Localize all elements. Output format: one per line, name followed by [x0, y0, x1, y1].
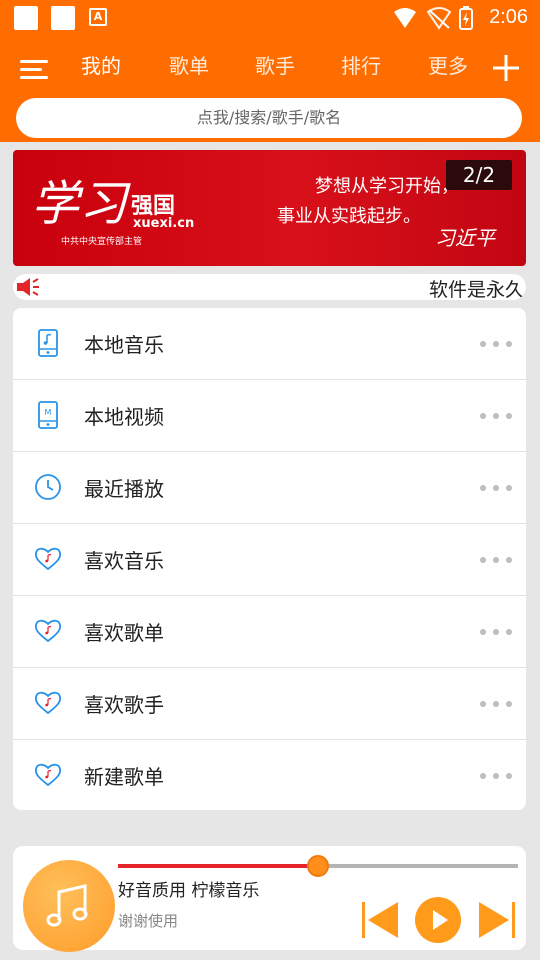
menu-item-liked-music[interactable]: 喜欢音乐	[13, 524, 526, 596]
banner-subtitle: 中共中央宣传部主管	[61, 237, 143, 247]
notice-text: 软件是永久	[429, 279, 525, 300]
tab-more[interactable]: 更多	[428, 50, 468, 79]
heart-note-icon	[34, 763, 62, 787]
music-note-icon	[46, 884, 88, 927]
heart-note-icon	[34, 547, 62, 571]
banner-slogan-line1: 梦想从学习开始，	[315, 176, 459, 197]
notification-square-icon	[14, 6, 38, 30]
tab-mine[interactable]: 我的	[81, 50, 121, 79]
menu-item-label: 喜欢音乐	[84, 549, 164, 573]
previous-button[interactable]	[358, 896, 408, 944]
progress-bar[interactable]	[118, 855, 518, 877]
header: 我的 歌单 歌手 排行 更多 点我/搜索/歌手/歌名	[0, 38, 540, 142]
search-input[interactable]: 点我/搜索/歌手/歌名	[16, 98, 522, 138]
status-bar: A 2:06	[0, 0, 540, 38]
more-icon[interactable]	[479, 700, 513, 708]
music-phone-icon	[38, 329, 58, 357]
menu-item-liked-singers[interactable]: 喜欢歌手	[13, 668, 526, 740]
more-icon[interactable]	[479, 484, 513, 492]
more-icon[interactable]	[479, 772, 513, 780]
menu-item-label: 本地音乐	[84, 333, 164, 357]
menu-item-recent[interactable]: 最近播放	[13, 452, 526, 524]
progress-thumb[interactable]	[307, 855, 329, 877]
tab-playlists[interactable]: 歌单	[169, 50, 209, 79]
banner-page-counter: 2/2	[446, 160, 512, 190]
progress-fill	[118, 864, 318, 868]
more-icon[interactable]	[479, 340, 513, 348]
menu-item-label: 本地视频	[84, 405, 164, 429]
mini-player[interactable]: 好音质用 柠檬音乐 谢谢使用	[13, 846, 526, 952]
notice-bar: 软件是永久	[13, 274, 526, 300]
svg-text:M: M	[45, 408, 52, 417]
menu-item-new-playlist[interactable]: 新建歌单	[13, 740, 526, 810]
video-phone-icon: M	[38, 401, 58, 429]
status-time: 2:06	[489, 6, 528, 28]
menu-icon[interactable]	[18, 56, 50, 84]
more-icon[interactable]	[479, 628, 513, 636]
add-icon[interactable]	[490, 52, 522, 84]
song-subtitle: 谢谢使用	[118, 912, 179, 930]
banner[interactable]: 学习 强国 xuexi.cn 中共中央宣传部主管 梦想从学习开始， 事业从实践起…	[13, 150, 526, 266]
menu-item-local-video[interactable]: M 本地视频	[13, 380, 526, 452]
menu-item-local-music[interactable]: 本地音乐	[13, 308, 526, 380]
notification-square-icon	[51, 6, 75, 30]
album-art[interactable]	[23, 860, 115, 952]
menu-list: 本地音乐 M 本地视频 最近播放 喜欢音乐 喜欢歌单 喜欢歌手 新建歌单	[13, 308, 526, 810]
app-notification-icon: A	[89, 8, 107, 26]
song-title: 好音质用 柠檬音乐	[118, 881, 260, 901]
speaker-icon	[17, 278, 39, 296]
status-icons	[394, 6, 473, 30]
banner-url: xuexi.cn	[133, 216, 195, 231]
clock-icon	[35, 474, 61, 500]
tab-rankings[interactable]: 排行	[341, 50, 381, 79]
more-icon[interactable]	[479, 556, 513, 564]
menu-item-label: 最近播放	[84, 477, 164, 501]
banner-slogan-line2: 事业从实践起步。	[277, 206, 421, 227]
tab-bar: 我的 歌单 歌手 排行 更多	[60, 50, 480, 80]
next-button[interactable]	[475, 896, 525, 944]
menu-item-label: 喜欢歌单	[84, 621, 164, 645]
heart-note-icon	[34, 619, 62, 643]
heart-note-icon	[34, 691, 62, 715]
menu-item-liked-playlists[interactable]: 喜欢歌单	[13, 596, 526, 668]
banner-logo: 学习	[31, 176, 128, 232]
more-icon[interactable]	[479, 412, 513, 420]
menu-item-label: 喜欢歌手	[84, 693, 164, 717]
banner-signature: 习近平	[435, 226, 495, 250]
wifi-icon	[394, 8, 416, 28]
menu-item-label: 新建歌单	[84, 765, 164, 789]
play-button[interactable]	[413, 896, 463, 944]
tab-singers[interactable]: 歌手	[255, 50, 295, 79]
